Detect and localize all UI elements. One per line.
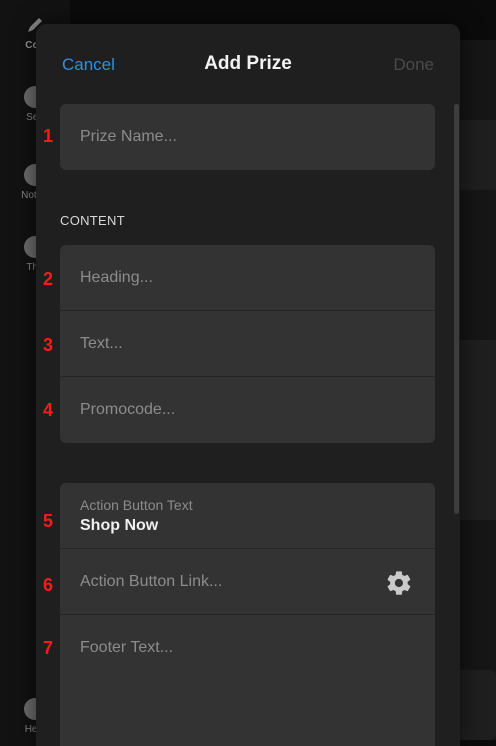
add-prize-modal: Cancel Add Prize Done Prize Name... CONT…: [36, 24, 460, 746]
scrollbar[interactable]: [454, 104, 459, 514]
annotation-number: 2: [42, 269, 53, 289]
modal-header: Cancel Add Prize Done: [36, 24, 460, 104]
annotation-number: 6: [42, 575, 53, 595]
annotation-number: 3: [42, 335, 53, 355]
action-button-link-placeholder: Action Button Link...: [80, 573, 223, 590]
prize-name-placeholder: Prize Name...: [80, 128, 177, 145]
action-button-text-field[interactable]: Action Button Text Shop Now: [60, 483, 435, 549]
prize-name-group: Prize Name...: [60, 104, 435, 170]
content-group: Heading... Text... Promocode...: [60, 245, 435, 443]
promocode-placeholder: Promocode...: [80, 401, 176, 418]
gear-icon[interactable]: [385, 569, 413, 597]
text-placeholder: Text...: [80, 335, 123, 352]
done-button[interactable]: Done: [393, 55, 434, 75]
action-button-text-label: Action Button Text: [80, 497, 193, 513]
heading-placeholder: Heading...: [80, 269, 153, 286]
action-button-link-field[interactable]: Action Button Link...: [60, 549, 435, 615]
annotation-number: 7: [42, 638, 53, 658]
footer-text-field[interactable]: Footer Text...: [60, 615, 435, 725]
annotation-number: 5: [42, 511, 53, 531]
background-content: [460, 40, 496, 740]
annotation-number: 4: [42, 400, 53, 420]
prize-name-field[interactable]: Prize Name...: [60, 104, 435, 170]
footer-text-placeholder: Footer Text...: [80, 639, 174, 656]
background-panel: [460, 120, 496, 190]
text-field[interactable]: Text...: [60, 311, 435, 377]
action-group: Action Button Text Shop Now Action Butto…: [60, 483, 435, 746]
annotation-number: 1: [42, 126, 53, 146]
background-panel: [460, 670, 496, 740]
background-panel: [460, 340, 496, 520]
promocode-field[interactable]: Promocode...: [60, 377, 435, 443]
heading-field[interactable]: Heading...: [60, 245, 435, 311]
content-section-label: CONTENT: [60, 213, 125, 228]
action-button-text-value: Shop Now: [80, 517, 159, 534]
